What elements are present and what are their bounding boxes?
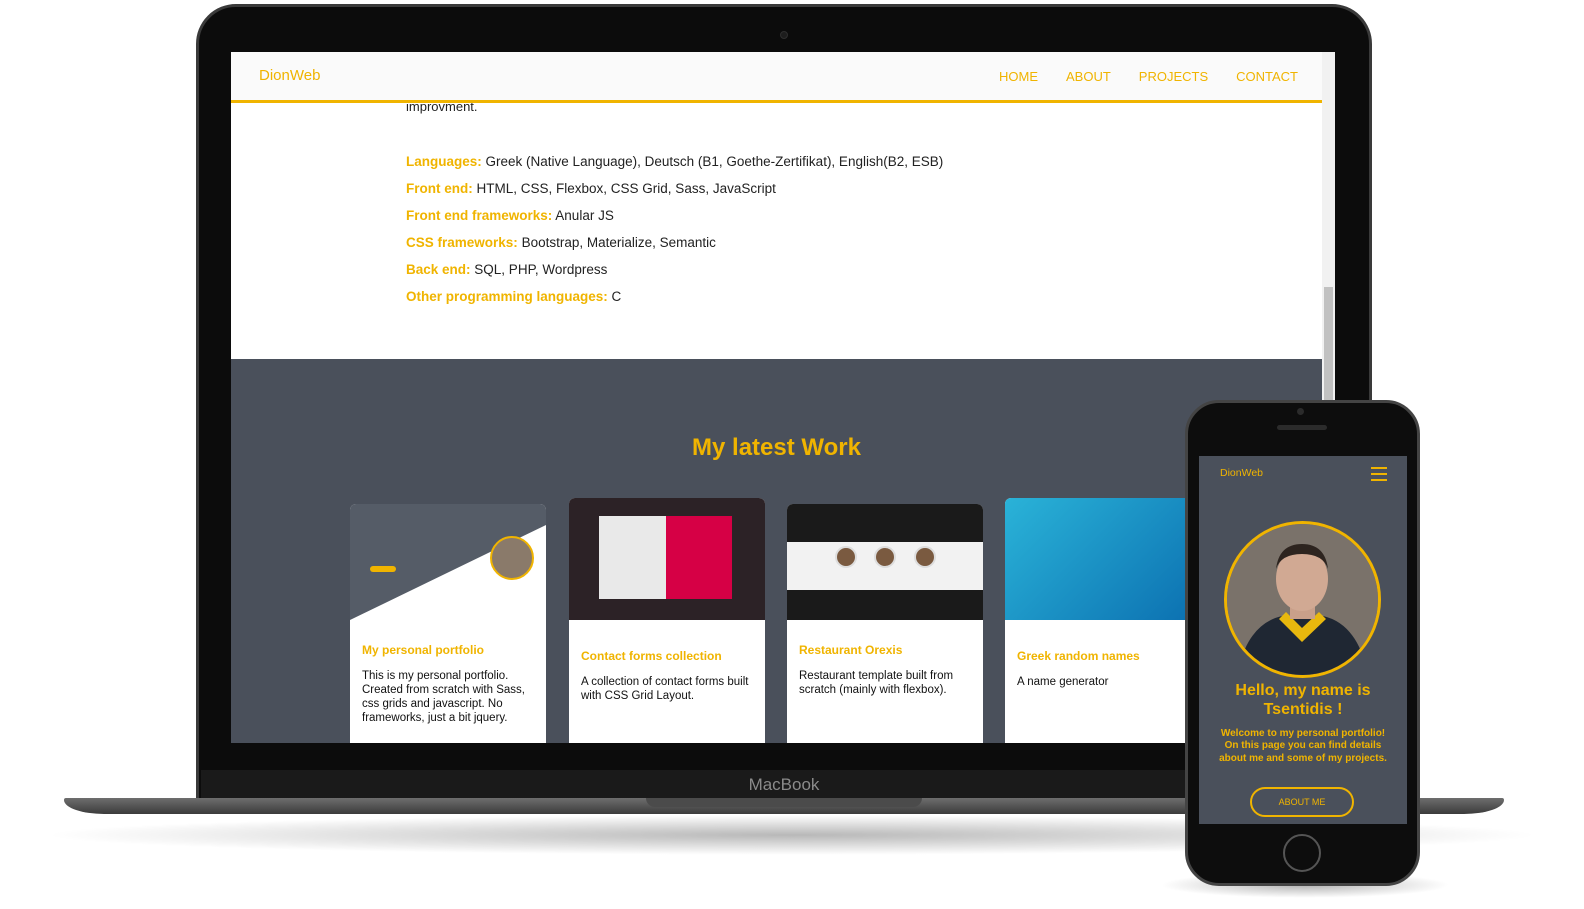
latest-work-title: My latest Work [692, 434, 861, 461]
project-thumbnail [350, 504, 546, 620]
project-card-greek-names[interactable]: Greek random names A name generator [1005, 498, 1201, 743]
project-title[interactable]: Greek random names [1017, 649, 1140, 663]
skill-value: Anular JS [555, 208, 614, 223]
latest-work-section: My latest Work My personal portfolio Thi… [231, 359, 1322, 743]
dish-image [874, 546, 896, 568]
profile-avatar [1224, 521, 1381, 678]
skill-row: Other programming languages: C [406, 288, 943, 315]
laptop-screen: improvment. Languages: Greek (Native Lan… [231, 52, 1335, 743]
avatar [490, 536, 534, 580]
skill-label: Other programming languages: [406, 289, 608, 304]
nav-home[interactable]: HOME [999, 69, 1038, 84]
site-logo[interactable]: DionWeb [259, 67, 320, 84]
phone-speaker [1277, 425, 1327, 430]
project-thumbnail [569, 498, 765, 620]
skill-value: HTML, CSS, Flexbox, CSS Grid, Sass, Java… [476, 181, 776, 196]
skill-row: Languages: Greek (Native Language), Deut… [406, 153, 943, 180]
project-title[interactable]: Restaurant Orexis [799, 643, 902, 657]
mobile-intro: Welcome to my personal portfolio! On thi… [1219, 728, 1387, 764]
nav-about[interactable]: ABOUT [1066, 69, 1111, 84]
skill-value: Greek (Native Language), Deutsch (B1, Go… [485, 154, 944, 169]
hamburger-menu-icon[interactable] [1371, 467, 1387, 481]
project-title[interactable]: Contact forms collection [581, 649, 722, 663]
project-description: A collection of contact forms built with… [581, 676, 749, 702]
site-navbar: DionWeb HOME ABOUT PROJECTS CONTACT [231, 52, 1322, 103]
project-description: A name generator [1017, 676, 1109, 688]
skill-row: CSS frameworks: Bootstrap, Materialize, … [406, 234, 943, 261]
mobile-logo[interactable]: DionWeb [1220, 467, 1263, 479]
skill-label: Front end frameworks: [406, 208, 553, 223]
laptop-notch [646, 798, 922, 807]
skill-value: Bootstrap, Materialize, Semantic [521, 235, 716, 250]
skill-label: Back end: [406, 262, 471, 277]
phone-front-camera [1297, 408, 1304, 415]
laptop-camera [780, 31, 788, 39]
map-preview [599, 516, 666, 599]
mobile-heading: Hello, my name is Tsentidis ! [1235, 682, 1371, 718]
project-description: Restaurant template built from scratch (… [799, 670, 954, 696]
skill-row: Front end frameworks: Anular JS [406, 207, 943, 234]
project-thumbnail [787, 504, 983, 620]
project-card-restaurant[interactable]: Restaurant Orexis Restaurant template bu… [787, 504, 983, 743]
skill-row: Front end: HTML, CSS, Flexbox, CSS Grid,… [406, 180, 943, 207]
skill-value: SQL, PHP, Wordpress [474, 262, 608, 277]
form-preview [666, 516, 732, 599]
nav-links: HOME ABOUT PROJECTS CONTACT [999, 69, 1298, 84]
phone-screen: DionWeb Hello, my name is Tsentidis ! We… [1199, 456, 1407, 824]
about-me-button[interactable]: ABOUT ME [1250, 787, 1354, 817]
project-card-portfolio[interactable]: My personal portfolio This is my persona… [350, 504, 546, 743]
project-thumbnail [1005, 498, 1201, 620]
skill-value: C [611, 289, 622, 304]
project-card-contact-forms[interactable]: Contact forms collection A collection of… [569, 498, 765, 743]
skill-label: Front end: [406, 181, 473, 196]
avatar-illustration [1227, 524, 1378, 675]
skill-label: Languages: [406, 154, 482, 169]
project-title[interactable]: My personal portfolio [362, 643, 484, 657]
dish-image [914, 546, 936, 568]
skill-row: Back end: SQL, PHP, Wordpress [406, 261, 943, 288]
skills-list: Languages: Greek (Native Language), Deut… [406, 153, 943, 315]
nav-contact[interactable]: CONTACT [1236, 69, 1298, 84]
dish-image [835, 546, 857, 568]
phone-home-button[interactable] [1283, 834, 1321, 872]
thumbnail-button [370, 566, 396, 572]
skill-label: CSS frameworks: [406, 235, 518, 250]
nav-projects[interactable]: PROJECTS [1139, 69, 1208, 84]
project-description: This is my personal portfolio. Created f… [362, 670, 525, 724]
